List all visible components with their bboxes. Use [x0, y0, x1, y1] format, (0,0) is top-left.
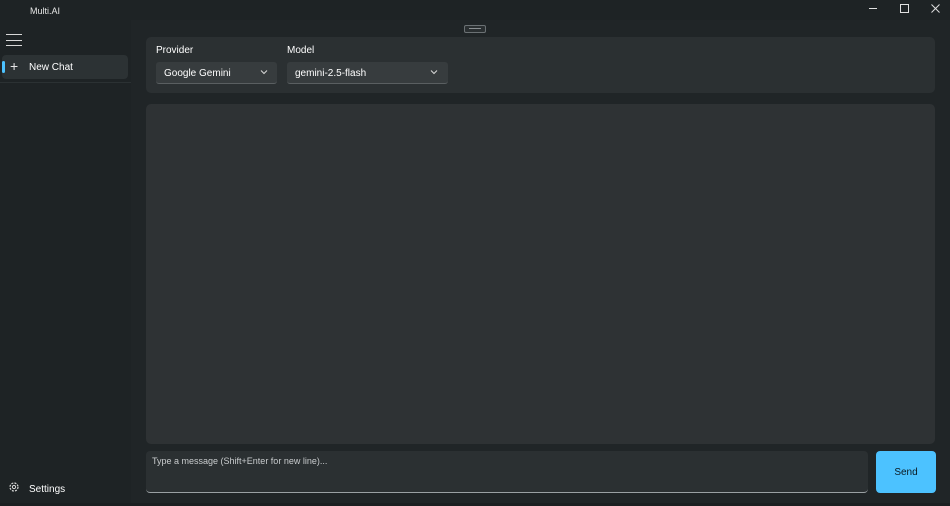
- chevron-down-icon: [430, 70, 438, 75]
- main-panel: Provider Google Gemini Model gemini-2.5-…: [131, 20, 950, 506]
- send-button[interactable]: Send: [876, 451, 936, 493]
- sidebar-item-settings[interactable]: Settings: [0, 478, 131, 500]
- chevron-down-icon: [260, 70, 268, 75]
- provider-label: Provider: [156, 45, 194, 56]
- message-composer[interactable]: [146, 451, 868, 493]
- minimize-button[interactable]: [858, 0, 888, 16]
- maximize-button[interactable]: [889, 0, 919, 16]
- message-input[interactable]: [146, 451, 868, 492]
- model-selector-card: Provider Google Gemini Model gemini-2.5-…: [146, 37, 935, 93]
- close-icon: [930, 3, 940, 13]
- settings-label: Settings: [29, 484, 66, 495]
- selection-indicator: [2, 61, 5, 73]
- drag-handle[interactable]: [464, 25, 486, 33]
- provider-value: Google Gemini: [164, 68, 231, 79]
- provider-dropdown[interactable]: Google Gemini: [156, 62, 277, 84]
- minimize-icon: [869, 7, 877, 9]
- chat-messages-area[interactable]: [146, 104, 935, 444]
- sidebar-item-label: New Chat: [29, 62, 73, 73]
- gear-icon: [9, 482, 19, 492]
- close-button[interactable]: [920, 0, 950, 16]
- sidebar: + New Chat Settings: [0, 20, 131, 506]
- title-bar: Multi.AI: [0, 0, 950, 20]
- model-label: Model: [287, 45, 315, 56]
- model-value: gemini-2.5-flash: [295, 68, 367, 79]
- plus-icon: +: [10, 58, 19, 74]
- sidebar-item-new-chat[interactable]: + New Chat: [2, 55, 128, 79]
- app-title: Multi.AI: [30, 6, 61, 16]
- sidebar-divider: [0, 82, 131, 83]
- menu-toggle-icon[interactable]: [6, 34, 22, 46]
- model-dropdown[interactable]: gemini-2.5-flash: [287, 62, 448, 84]
- maximize-icon: [899, 3, 909, 13]
